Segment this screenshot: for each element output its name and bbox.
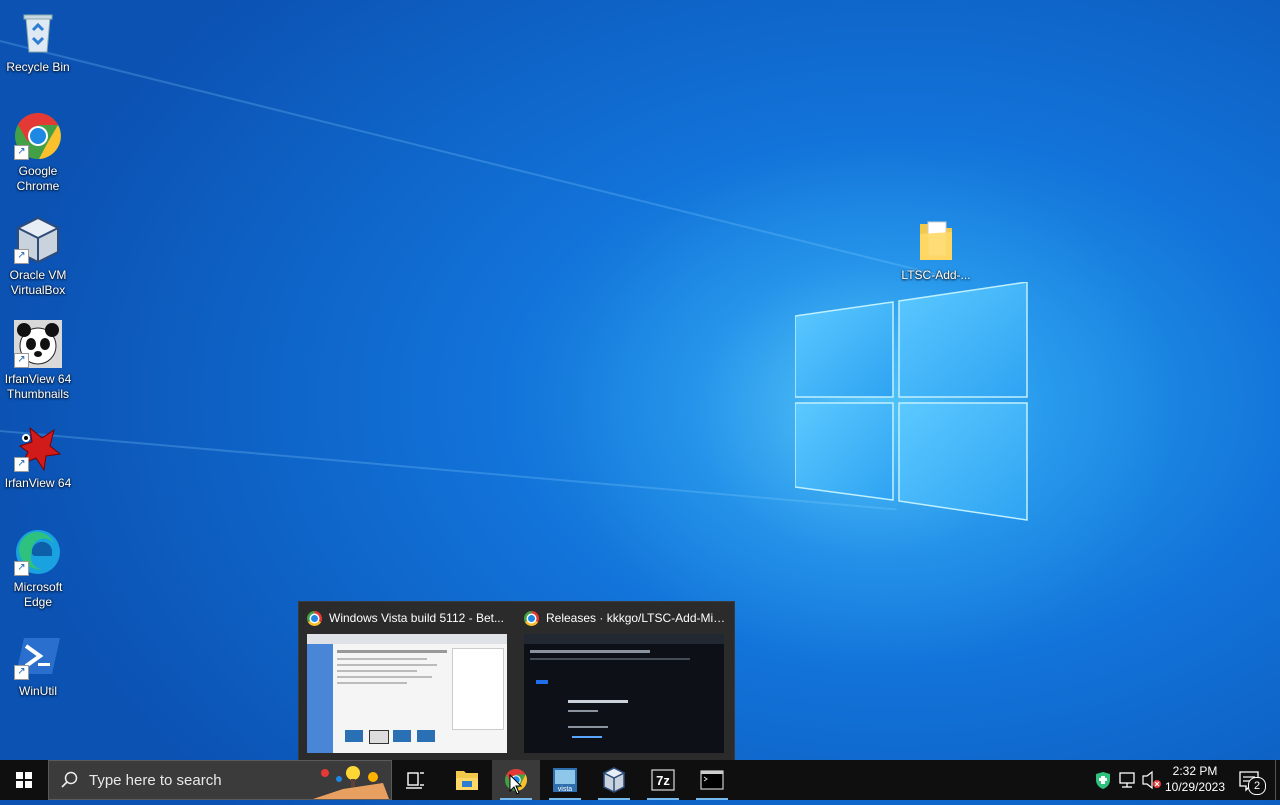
7zip-icon: 7z bbox=[651, 769, 675, 791]
shield-icon bbox=[1096, 772, 1110, 789]
notification-count-badge: 2 bbox=[1248, 777, 1266, 795]
thumbnail-window-vista[interactable]: Windows Vista build 5112 - Bet... bbox=[299, 602, 516, 761]
desktop-icon-label: Recycle Bin bbox=[6, 60, 70, 74]
taskbar-file-explorer[interactable] bbox=[443, 760, 491, 800]
desktop-icon-label: Oracle VM VirtualBox bbox=[9, 268, 67, 297]
mouse-cursor-icon bbox=[509, 774, 523, 795]
desktop-icon-label: LTSC-Add-... bbox=[901, 268, 971, 282]
desktop-icon-label: IrfanView 64 bbox=[4, 476, 72, 490]
action-center-button[interactable]: 2 bbox=[1232, 760, 1272, 800]
7zip-label: 7z bbox=[656, 773, 670, 788]
task-view-icon bbox=[406, 772, 424, 789]
virtualbox-icon bbox=[602, 767, 626, 793]
thumbnail-title: Windows Vista build 5112 - Bet... bbox=[307, 610, 510, 628]
desktop-icon-label: WinUtil bbox=[19, 684, 57, 698]
desktop-icon-recycle-bin[interactable]: Recycle Bin bbox=[0, 8, 76, 75]
desktop-folder-ltsc[interactable]: LTSC-Add-... bbox=[898, 216, 974, 283]
taskbar-7zip[interactable]: 7z bbox=[639, 760, 687, 800]
vista-icon: vista bbox=[553, 768, 577, 793]
taskbar-virtualbox[interactable] bbox=[590, 760, 638, 800]
taskbar-search-box[interactable]: Type here to search bbox=[48, 760, 392, 800]
show-desktop-button[interactable] bbox=[1275, 760, 1280, 800]
task-view-button[interactable] bbox=[392, 760, 440, 800]
tray-volume[interactable] bbox=[1140, 760, 1162, 800]
shortcut-arrow-icon: ↗ bbox=[14, 249, 29, 264]
folder-icon bbox=[920, 221, 952, 260]
start-button[interactable] bbox=[0, 760, 48, 800]
taskbar: Type here to search vista 7z 2:32 PM 10/… bbox=[0, 760, 1280, 800]
thumbnail-preview bbox=[524, 634, 724, 753]
clock-date: 10/29/2023 bbox=[1164, 780, 1226, 794]
volume-muted-icon bbox=[1142, 770, 1161, 790]
thumbnail-window-releases[interactable]: Releases · kkkgo/LTSC-Add-Mic... bbox=[516, 602, 733, 761]
search-icon bbox=[61, 771, 78, 788]
search-highlight-icon bbox=[313, 766, 389, 799]
shortcut-arrow-icon: ↗ bbox=[14, 457, 29, 472]
chrome-icon bbox=[307, 611, 322, 626]
desktop-icon-irfanview[interactable]: ↗ IrfanView 64 bbox=[0, 424, 76, 491]
shortcut-arrow-icon: ↗ bbox=[14, 145, 29, 160]
desktop-icon-virtualbox[interactable]: ↗ Oracle VM VirtualBox bbox=[0, 216, 76, 298]
recycle-bin-icon bbox=[23, 14, 53, 53]
chrome-icon bbox=[524, 611, 539, 626]
network-icon bbox=[1119, 772, 1135, 788]
shortcut-arrow-icon: ↗ bbox=[14, 561, 29, 576]
start-icon bbox=[16, 772, 32, 788]
taskbar-vista[interactable]: vista bbox=[541, 760, 589, 800]
desktop-icon-label: IrfanView 64 Thumbnails bbox=[4, 372, 72, 401]
search-placeholder: Type here to search bbox=[89, 772, 222, 789]
desktop-icon-google-chrome[interactable]: ↗ Google Chrome bbox=[0, 112, 76, 194]
tray-network[interactable] bbox=[1116, 760, 1138, 800]
clock-time: 2:32 PM bbox=[1172, 764, 1218, 778]
desktop-icon-winutil[interactable]: ↗ WinUtil bbox=[0, 632, 76, 699]
tray-clock[interactable]: 2:32 PM 10/29/2023 bbox=[1162, 763, 1228, 803]
shortcut-arrow-icon: ↗ bbox=[14, 353, 29, 368]
taskbar-chrome[interactable] bbox=[492, 760, 540, 800]
thumbnail-title: Releases · kkkgo/LTSC-Add-Mic... bbox=[524, 610, 727, 628]
taskbar-terminal[interactable] bbox=[688, 760, 736, 800]
terminal-icon bbox=[700, 770, 724, 790]
thumbnail-preview bbox=[307, 634, 507, 753]
vista-label: vista bbox=[558, 786, 573, 793]
tray-security[interactable] bbox=[1092, 760, 1114, 800]
desktop-icon-label: Google Chrome bbox=[16, 164, 60, 193]
taskbar-thumbnail-popup: Windows Vista build 5112 - Bet... Releas… bbox=[298, 601, 735, 762]
desktop-icon-label: Microsoft Edge bbox=[13, 580, 63, 609]
desktop-icon-irfanview-thumbnails[interactable]: ↗ IrfanView 64 Thumbnails bbox=[0, 320, 76, 402]
desktop-icon-microsoft-edge[interactable]: ↗ Microsoft Edge bbox=[0, 528, 76, 610]
shortcut-arrow-icon: ↗ bbox=[14, 665, 29, 680]
file-explorer-icon bbox=[456, 771, 478, 790]
windows-wallpaper-logo bbox=[795, 282, 1028, 521]
